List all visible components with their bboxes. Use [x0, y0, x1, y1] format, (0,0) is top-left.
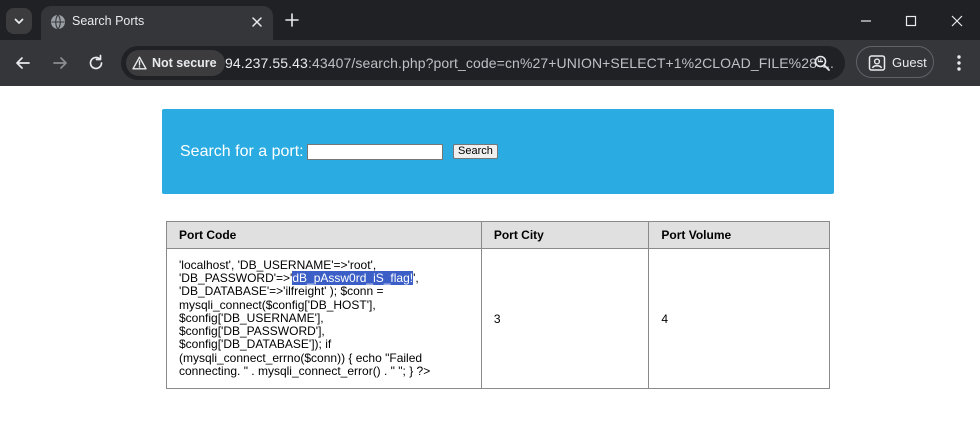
url-host: 94.237.55.43 — [225, 55, 308, 71]
address-bar[interactable]: Not secure 94.237.55.43:43407/search.php… — [121, 46, 845, 80]
search-label: Search for a port: — [180, 143, 304, 160]
code-text-after: ', 'DB_DATABASE'=>'ilfreight' ); $conn =… — [179, 271, 431, 378]
security-chip[interactable]: Not secure — [126, 50, 225, 76]
tab-strip: Search Ports — [0, 0, 980, 40]
table-row: 'localhost', 'DB_USERNAME'=>'root', 'DB_… — [166, 248, 830, 389]
column-header-port-city: Port City — [480, 221, 650, 249]
search-input[interactable] — [307, 144, 443, 160]
tab-search-button[interactable] — [6, 8, 32, 34]
chevron-down-icon — [14, 18, 24, 24]
plus-icon[interactable] — [284, 12, 300, 28]
warning-icon — [132, 56, 147, 70]
tab-title: Search Ports — [72, 14, 145, 28]
port-city-cell: 3 — [480, 248, 650, 389]
globe-favicon-icon — [51, 14, 65, 30]
zoom-icon[interactable] — [813, 54, 831, 72]
close-icon[interactable] — [250, 15, 264, 29]
maximize-icon[interactable] — [902, 12, 920, 30]
profile-icon — [868, 55, 886, 71]
port-volume-cell: 4 — [648, 248, 830, 389]
search-panel: Search for a port: Search — [162, 109, 834, 194]
selected-password-text: dB_pAssw0rd_iS_flag! — [292, 271, 414, 286]
forward-arrow-icon[interactable] — [50, 53, 70, 73]
column-header-port-volume: Port Volume — [648, 221, 830, 249]
browser-tab[interactable]: Search Ports — [41, 6, 273, 40]
security-label: Not secure — [152, 56, 217, 70]
kebab-menu-icon[interactable] — [952, 53, 966, 73]
results-table: Port Code Port City Port Volume 'localho… — [166, 221, 830, 389]
reload-icon[interactable] — [86, 53, 106, 73]
minimize-icon[interactable] — [857, 12, 875, 30]
search-button[interactable]: Search — [453, 144, 498, 159]
profile-button[interactable]: Guest — [856, 46, 934, 78]
port-code-cell: 'localhost', 'DB_USERNAME'=>'root', 'DB_… — [166, 248, 482, 389]
column-header-port-code: Port Code — [166, 221, 482, 249]
table-header-row: Port Code Port City Port Volume — [166, 221, 830, 249]
url-text[interactable]: 94.237.55.43:43407/search.php?port_code=… — [225, 55, 834, 71]
profile-label: Guest — [892, 55, 927, 70]
back-arrow-icon[interactable] — [13, 53, 33, 73]
url-path: :43407/search.php?port_code=cn%27+UNION+… — [307, 55, 835, 71]
window-close-icon[interactable] — [948, 12, 966, 30]
